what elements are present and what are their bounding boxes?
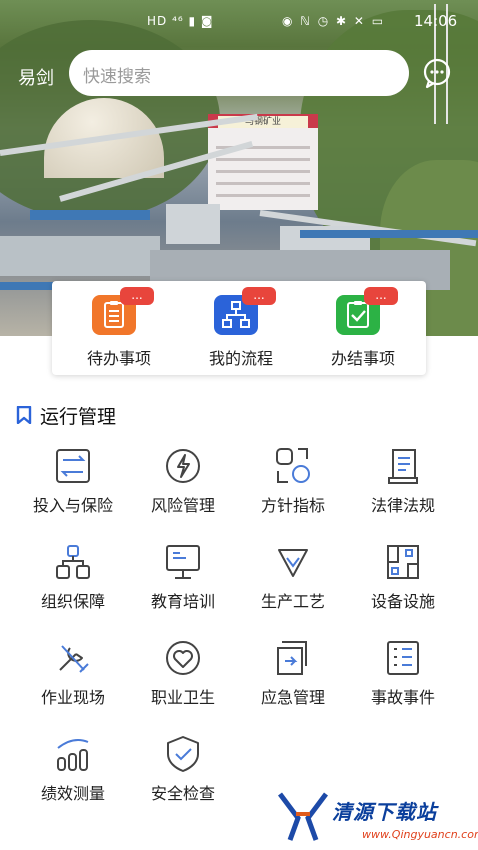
grid-item-label: 应急管理 bbox=[260, 688, 325, 707]
quick-actions-card: ... 待办事项 ... 我的流程 ... 办结事项 bbox=[52, 281, 426, 375]
grid-item-work-site[interactable]: 作业现场 bbox=[14, 638, 132, 734]
bookmark-icon bbox=[16, 406, 32, 424]
message-button[interactable] bbox=[420, 56, 454, 90]
scroll-icon bbox=[388, 449, 418, 484]
grid-item-label: 投入与保险 bbox=[32, 496, 113, 515]
status-bar: HD ⁴⁶ ▮ ◙ ◉ ℕ ◷ ✱ ✕ ▭ 14:06 bbox=[0, 12, 478, 34]
status-left-icons: HD ⁴⁶ ▮ ◙ bbox=[147, 14, 214, 28]
shapes-icon bbox=[276, 448, 310, 483]
done-badge: ... bbox=[364, 287, 398, 305]
exit-arrow-icon bbox=[277, 641, 307, 675]
plant-building bbox=[0, 236, 160, 276]
grid-item-occupational-health[interactable]: 职业卫生 bbox=[124, 638, 242, 734]
grid-item-label: 风险管理 bbox=[150, 496, 215, 515]
grid-item-label: 生产工艺 bbox=[260, 592, 325, 611]
tools-icon bbox=[59, 645, 89, 673]
blue-roof bbox=[300, 230, 478, 238]
shield-check-icon bbox=[167, 736, 199, 772]
grid-item-training[interactable]: 教育培训 bbox=[124, 542, 242, 638]
blue-roof bbox=[30, 210, 150, 220]
grid-item-label: 安全检查 bbox=[150, 784, 215, 803]
grid-item-label: 职业卫生 bbox=[150, 688, 215, 707]
process-badge: ... bbox=[242, 287, 276, 305]
grid-item-safety-inspection[interactable]: 安全检查 bbox=[124, 734, 242, 830]
quick-action-done[interactable]: ... 办结事项 bbox=[308, 287, 418, 371]
org-structure-icon bbox=[56, 545, 90, 579]
heart-circle-icon bbox=[166, 641, 200, 675]
grid-item-label: 事故事件 bbox=[370, 688, 435, 707]
quick-action-process[interactable]: ... 我的流程 bbox=[186, 287, 296, 371]
grid-item-risk-management[interactable]: 风险管理 bbox=[124, 446, 242, 542]
grid-item-label: 绩效测量 bbox=[40, 784, 105, 803]
grid-item-label: 设备设施 bbox=[370, 592, 435, 611]
grid-item-label: 组织保障 bbox=[40, 592, 105, 611]
checklist-icon bbox=[387, 641, 419, 675]
gem-icon bbox=[278, 549, 308, 577]
quick-action-label: 我的流程 bbox=[208, 349, 273, 368]
watermark-url: www.Qingyuancn.com bbox=[362, 828, 478, 841]
search-input[interactable]: 快速搜索 bbox=[69, 50, 409, 96]
search-placeholder: 快速搜索 bbox=[83, 67, 151, 87]
grid-item-production-process[interactable]: 生产工艺 bbox=[234, 542, 352, 638]
quick-action-todo[interactable]: ... 待办事项 bbox=[64, 287, 174, 371]
grid-item-performance[interactable]: 绩效测量 bbox=[14, 734, 132, 830]
quick-action-label: 待办事项 bbox=[86, 349, 151, 368]
grid-item-label: 方针指标 bbox=[260, 496, 325, 515]
grid-item-investment-insurance[interactable]: 投入与保险 bbox=[14, 446, 132, 542]
chat-bubble-icon bbox=[423, 58, 451, 89]
section-title-text: 运行管理 bbox=[40, 406, 117, 428]
user-name[interactable]: 易剑 bbox=[18, 64, 54, 90]
monitor-icon bbox=[166, 545, 200, 579]
quick-action-label: 办结事项 bbox=[330, 349, 395, 368]
exchange-card-icon bbox=[56, 449, 90, 483]
grid-item-label: 作业现场 bbox=[40, 688, 105, 707]
plant-building bbox=[166, 204, 220, 244]
grid-item-equipment[interactable]: 设备设施 bbox=[344, 542, 462, 638]
grid-item-label: 法律法规 bbox=[370, 496, 435, 515]
watermark-title: 清源下载站 bbox=[332, 800, 437, 824]
grid-item-policy-indicators[interactable]: 方针指标 bbox=[234, 446, 352, 542]
grid-item-emergency[interactable]: 应急管理 bbox=[234, 638, 352, 734]
grid-item-accidents[interactable]: 事故事件 bbox=[344, 638, 462, 734]
watermark-logo bbox=[278, 792, 328, 841]
grid-item-label: 教育培训 bbox=[150, 592, 215, 611]
status-time: 14:06 bbox=[414, 12, 458, 30]
trend-chart-icon bbox=[57, 739, 89, 771]
plant-tower bbox=[208, 114, 318, 210]
grid-item-laws-regulations[interactable]: 法律法规 bbox=[344, 446, 462, 542]
lightning-circle-icon bbox=[166, 449, 200, 483]
blue-roof bbox=[0, 282, 60, 290]
floorplan-icon bbox=[387, 545, 419, 579]
status-right-icons: ◉ ℕ ◷ ✱ ✕ ▭ bbox=[282, 14, 386, 28]
grid-item-organization[interactable]: 组织保障 bbox=[14, 542, 132, 638]
watermark: 清源下载站 www.Qingyuancn.com bbox=[276, 788, 478, 846]
todo-badge: ... bbox=[120, 287, 154, 305]
